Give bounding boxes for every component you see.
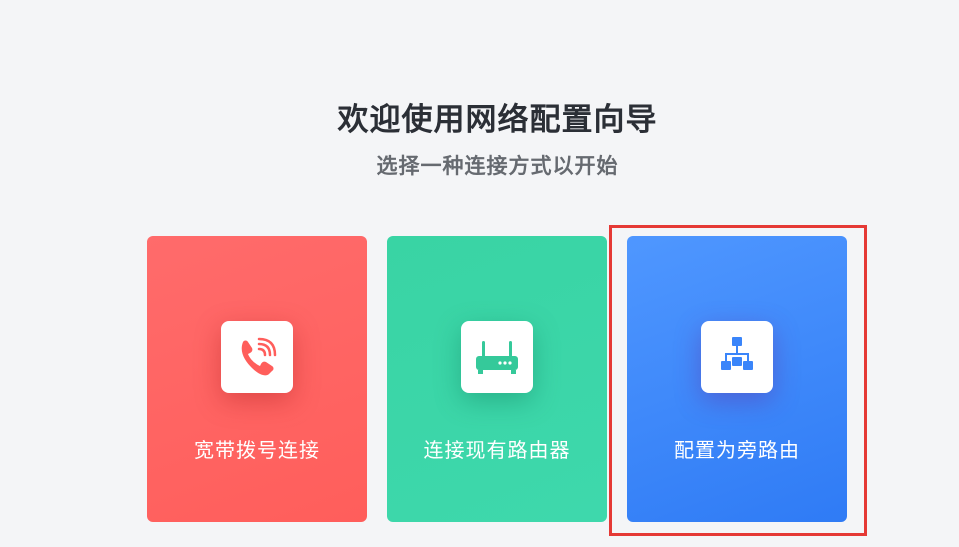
router-card-label: 连接现有路由器 [423,438,571,462]
bypass-router-card[interactable]: 配置为旁路由 [627,236,847,522]
router-icon-box [461,321,533,393]
network-tree-icon-box [701,321,773,393]
bypass-card-label: 配置为旁路由 [674,438,800,462]
pppoe-dial-card[interactable]: 宽带拨号连接 [147,236,367,522]
page-subtitle: 选择一种连接方式以开始 [376,154,619,178]
network-tree-icon [721,337,753,370]
phone-icon [241,337,277,376]
page-title: 欢迎使用网络配置向导 [337,102,658,138]
pppoe-card-label: 宽带拨号连接 [194,438,320,462]
router-icon [476,341,518,374]
pppoe-icon-box [221,321,293,393]
existing-router-card[interactable]: 连接现有路由器 [387,236,607,522]
